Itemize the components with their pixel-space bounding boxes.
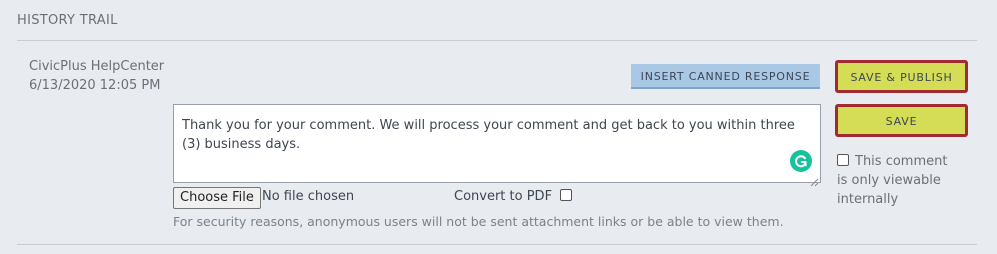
entry-datetime: 6/13/2020 12:05 PM [29, 78, 161, 93]
grammarly-icon[interactable] [790, 150, 812, 172]
file-status: No file chosen [262, 189, 355, 204]
history-trail-panel: HISTORY TRAIL CivicPlus HelpCenter 6/13/… [0, 0, 997, 254]
choose-file-button[interactable]: Choose File [173, 187, 261, 209]
entry-meta: CivicPlus HelpCenter 6/13/2020 12:05 PM [29, 57, 164, 95]
insert-canned-response-button[interactable]: INSERT CANNED RESPONSE [631, 64, 820, 89]
top-divider [17, 40, 977, 41]
convert-pdf-label: Convert to PDF [454, 189, 553, 204]
convert-pdf-checkbox[interactable] [560, 189, 572, 201]
save-publish-button[interactable]: SAVE & PUBLISH [835, 60, 968, 93]
security-note: For security reasons, anonymous users wi… [173, 214, 784, 229]
bottom-divider [17, 244, 977, 245]
save-button[interactable]: SAVE [835, 104, 968, 137]
comment-textarea[interactable]: Thank you for your comment. We will proc… [173, 104, 821, 183]
section-title: HISTORY TRAIL [17, 13, 118, 28]
internal-only-label: This comment is only viewable internally [837, 154, 948, 207]
resize-grip-icon[interactable] [810, 172, 819, 187]
entry-author: CivicPlus HelpCenter [29, 59, 165, 74]
internal-only-checkbox[interactable] [837, 154, 849, 166]
